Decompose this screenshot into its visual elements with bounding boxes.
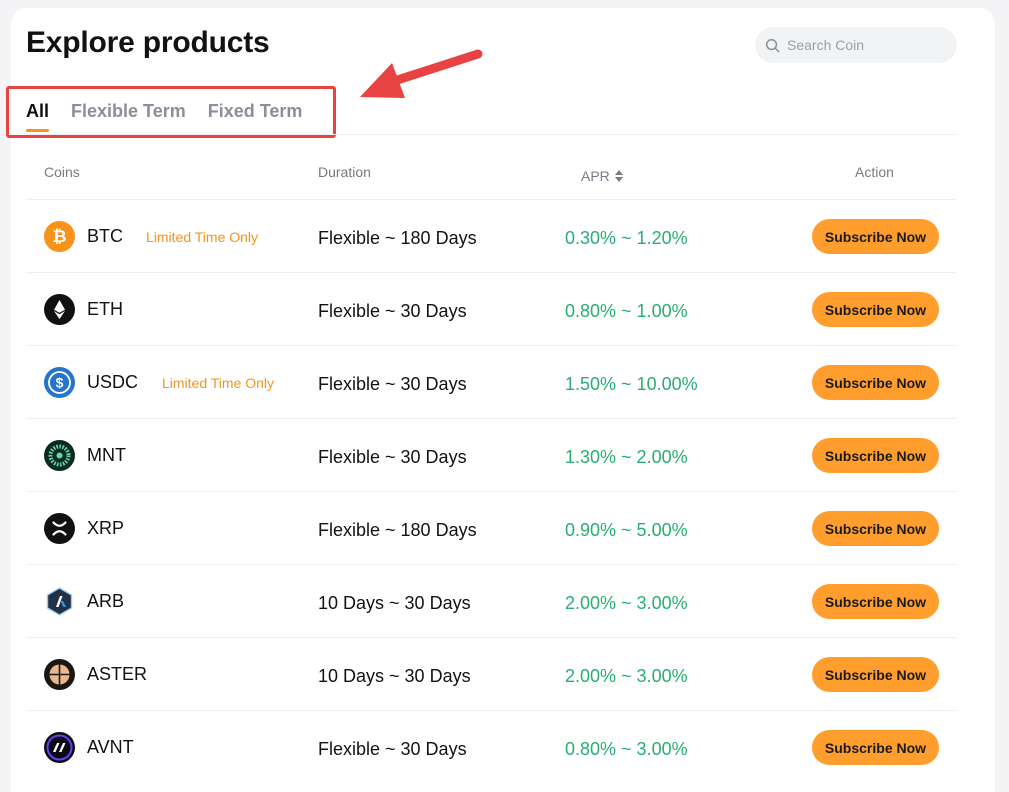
subscribe-now-button[interactable]: Subscribe Now: [812, 219, 939, 254]
aster-icon: [44, 659, 75, 690]
limited-time-tag: Limited Time Only: [146, 229, 259, 245]
search-box[interactable]: [755, 27, 957, 63]
table-row: XRP Flexible ~ 180 Days 0.90% ~ 5.00% Su…: [26, 491, 957, 564]
header-action: Action: [855, 164, 894, 180]
coin-name: XRP: [87, 518, 125, 538]
coin-name: BTC: [87, 226, 123, 246]
table-row: ETH Flexible ~ 30 Days 0.80% ~ 1.00% Sub…: [26, 272, 957, 345]
apr-value: 2.00% ~ 3.00%: [565, 593, 688, 613]
table-row: AVNT Flexible ~ 30 Days 0.80% ~ 3.00% Su…: [26, 710, 957, 783]
apr-value: 1.30% ~ 2.00%: [565, 447, 688, 467]
coin-name: ARB: [87, 591, 125, 611]
coin-name: AVNT: [87, 737, 134, 757]
header-duration: Duration: [318, 164, 371, 180]
svg-text:$: $: [56, 375, 64, 391]
apr-value: 1.50% ~ 10.00%: [565, 374, 698, 394]
subscribe-now-button[interactable]: Subscribe Now: [812, 730, 939, 765]
coin-name: MNT: [87, 445, 126, 465]
coin-name: USDC: [87, 372, 139, 392]
arb-icon: [44, 586, 75, 617]
search-icon: [765, 38, 780, 52]
apr-value: 0.80% ~ 3.00%: [565, 739, 688, 759]
duration-value: Flexible ~ 180 Days: [318, 228, 477, 248]
header-coins: Coins: [44, 164, 80, 180]
table-row: ARB 10 Days ~ 30 Days 2.00% ~ 3.00% Subs…: [26, 564, 957, 637]
duration-value: Flexible ~ 30 Days: [318, 374, 467, 394]
search-input[interactable]: [787, 37, 947, 53]
xrp-icon: [44, 513, 75, 544]
eth-icon: [44, 294, 75, 325]
coin-name: ASTER: [87, 664, 148, 684]
table-row: ASTER 10 Days ~ 30 Days 2.00% ~ 3.00% Su…: [26, 637, 957, 710]
annotation-highlight-box: [6, 86, 336, 138]
annotation-arrow-icon: [360, 49, 483, 98]
duration-value: 10 Days ~ 30 Days: [318, 593, 471, 613]
subscribe-now-button[interactable]: Subscribe Now: [812, 365, 939, 400]
usdc-icon: $: [44, 367, 75, 398]
limited-time-tag: Limited Time Only: [162, 375, 275, 391]
table-row: MNT Flexible ~ 30 Days 1.30% ~ 2.00% Sub…: [26, 418, 957, 491]
duration-value: Flexible ~ 30 Days: [318, 301, 467, 321]
products-table: ₿ BTC Limited Time Only Flexible ~ 180 D…: [26, 199, 957, 783]
coin-name: ETH: [87, 299, 123, 319]
table-row: $ USDC Limited Time Only Flexible ~ 30 D…: [26, 345, 957, 418]
duration-value: 10 Days ~ 30 Days: [318, 666, 471, 686]
table-row: ₿ BTC Limited Time Only Flexible ~ 180 D…: [26, 199, 957, 272]
btc-icon: ₿: [44, 221, 75, 252]
apr-value: 0.30% ~ 1.20%: [565, 228, 688, 248]
subscribe-now-button[interactable]: Subscribe Now: [812, 584, 939, 619]
avnt-icon: [44, 732, 75, 763]
duration-value: Flexible ~ 30 Days: [318, 447, 467, 467]
apr-value: 0.80% ~ 1.00%: [565, 301, 688, 321]
header-apr-label: APR: [581, 168, 610, 184]
subscribe-now-button[interactable]: Subscribe Now: [812, 511, 939, 546]
apr-value: 2.00% ~ 3.00%: [565, 666, 688, 686]
subscribe-now-button[interactable]: Subscribe Now: [812, 438, 939, 473]
svg-text:₿: ₿: [53, 227, 67, 246]
sort-icon: [614, 170, 623, 182]
subscribe-now-button[interactable]: Subscribe Now: [812, 657, 939, 692]
page-title: Explore products: [26, 26, 270, 59]
apr-value: 0.90% ~ 5.00%: [565, 520, 688, 540]
duration-value: Flexible ~ 180 Days: [318, 520, 477, 540]
subscribe-now-button[interactable]: Subscribe Now: [812, 292, 939, 327]
mnt-icon: [44, 440, 75, 471]
table-header: Coins Duration APR Action: [26, 164, 957, 184]
header-apr-sort[interactable]: APR: [581, 168, 623, 184]
tabs-divider: [26, 134, 957, 135]
duration-value: Flexible ~ 30 Days: [318, 739, 467, 759]
